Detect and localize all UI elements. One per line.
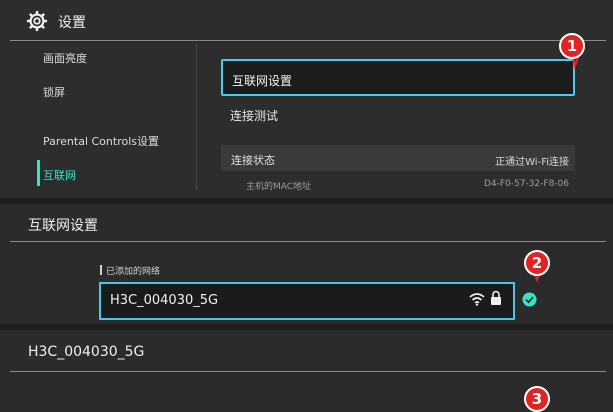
wifi-icon <box>469 293 485 306</box>
section-divider <box>10 241 606 242</box>
network-detail-divider <box>10 371 606 372</box>
sidebar-divider <box>196 44 197 190</box>
mac-address-value: D4-F0-57-32-F8-06 <box>483 179 569 189</box>
section-separator-2 <box>0 324 613 330</box>
sidebar-item-parental-controls[interactable]: Parental Controls设置 <box>43 133 159 149</box>
section-separator <box>0 198 613 204</box>
menu-item-label: 互联网设置 <box>232 74 293 88</box>
sidebar-item-screen-lock[interactable]: 锁屏 <box>43 84 65 100</box>
page-title: 设置 <box>58 15 86 31</box>
annotation-badge-1: 1 <box>559 33 585 59</box>
gear-icon <box>26 10 48 32</box>
label-marker <box>100 265 102 275</box>
connection-status-label: 连接状态 <box>231 154 275 167</box>
header-divider <box>10 40 606 41</box>
sidebar-item-internet[interactable]: 互联网 <box>43 167 76 183</box>
sidebar-item-brightness[interactable]: 画面亮度 <box>43 50 87 66</box>
lock-icon <box>491 290 501 305</box>
active-indicator <box>37 160 40 186</box>
annotation-badge-3: 3 <box>524 386 550 412</box>
annotation-badge-2: 2 <box>524 250 550 276</box>
menu-item-internet-settings[interactable]: 互联网设置 <box>221 59 575 96</box>
connection-status-value: 正通过Wi-Fi连接 <box>495 157 569 168</box>
menu-item-connection-test[interactable]: 连接测试 <box>230 107 278 124</box>
connected-check-icon <box>522 292 537 307</box>
added-networks-label: 已添加的网络 <box>106 267 161 277</box>
network-ssid: H3C_004030_5G <box>110 293 219 308</box>
mac-address-label: 主机的MAC地址 <box>246 182 312 192</box>
network-detail-title: H3C_004030_5G <box>28 344 145 360</box>
section-title: 互联网设置 <box>28 218 98 234</box>
